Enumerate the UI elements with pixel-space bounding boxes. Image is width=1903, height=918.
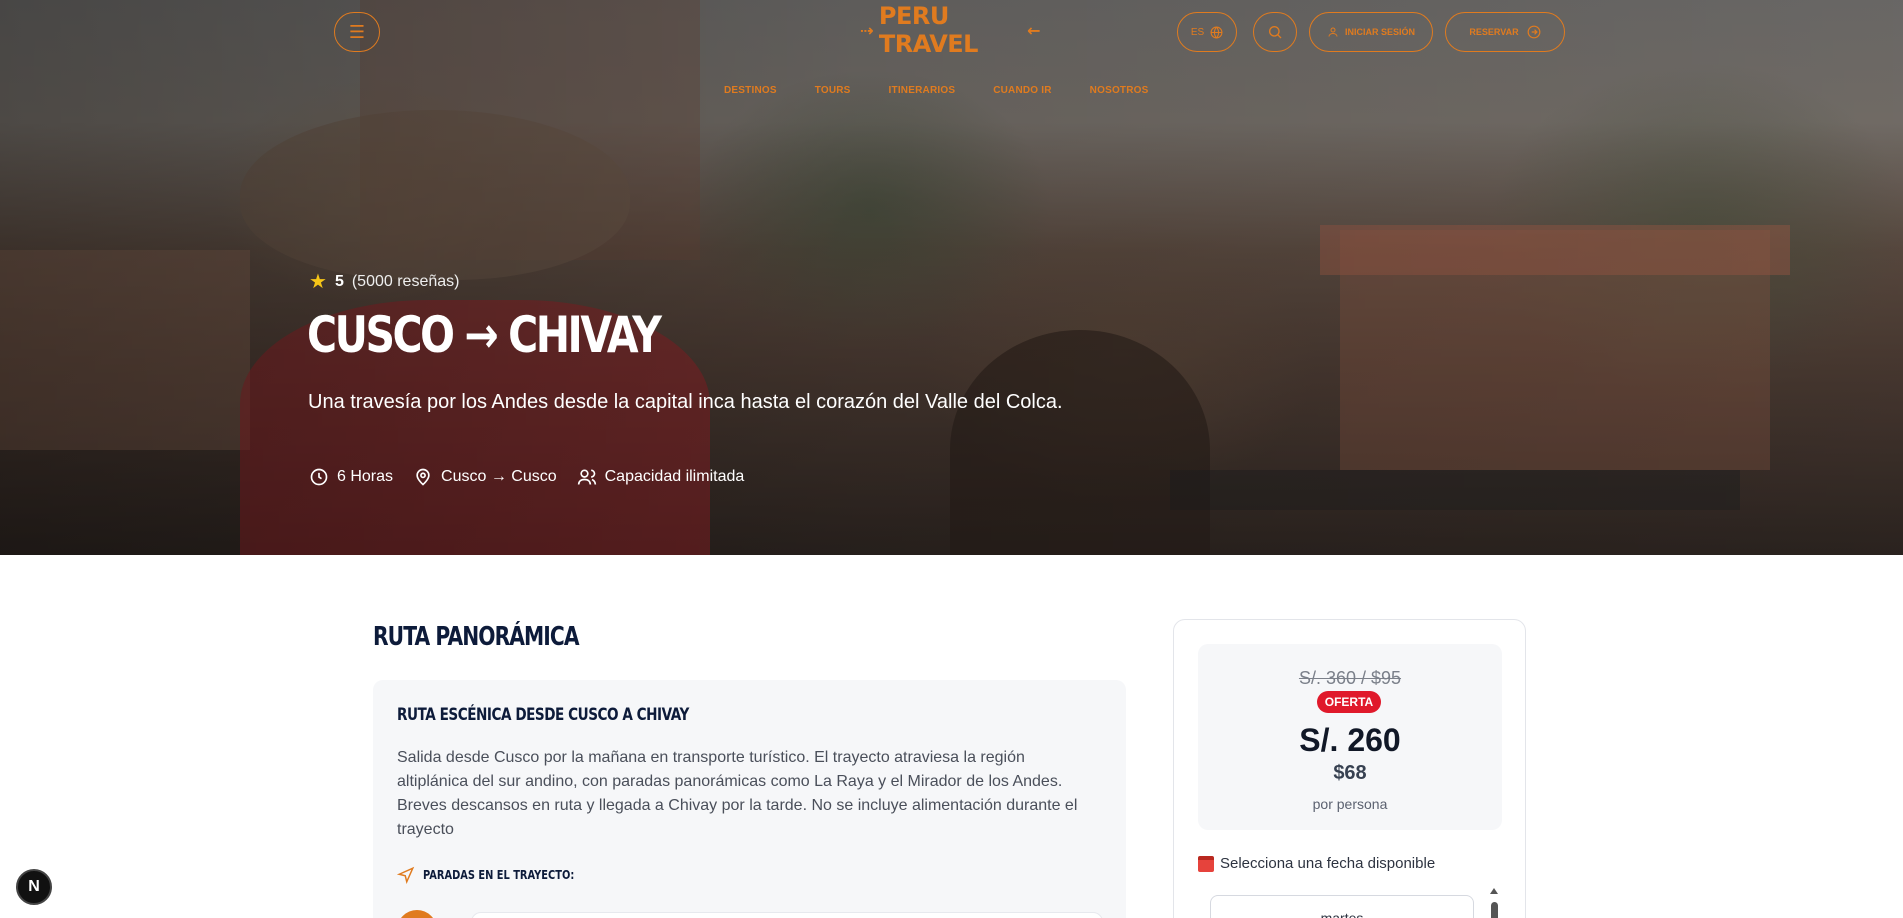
rating-value: 5 bbox=[334, 273, 344, 290]
search-icon bbox=[1269, 26, 1282, 39]
navigation-icon bbox=[397, 866, 415, 884]
price-box: S/. 360 / $95 OFERTA S/. 260 $68 por per… bbox=[1198, 644, 1502, 830]
reserve-button[interactable]: Reservar bbox=[1445, 12, 1565, 52]
hamburger-icon: ☰ bbox=[348, 21, 366, 42]
tour-meta: 6 Horas Cusco → Cusco Capacidad ilimitad… bbox=[309, 467, 744, 487]
capacity: Capacidad ilimitada bbox=[577, 467, 745, 487]
stops-header: PARADAS EN EL TRAYECTO: bbox=[397, 866, 607, 884]
clock-icon bbox=[310, 468, 328, 486]
route: Cusco → Cusco bbox=[413, 467, 557, 487]
star-icon: ★ bbox=[309, 271, 327, 293]
map-pin-icon bbox=[416, 468, 430, 486]
login-button[interactable]: Iniciar sesión bbox=[1309, 12, 1433, 52]
logo-arrow-icon: ← bbox=[1027, 20, 1040, 40]
users-icon bbox=[577, 469, 596, 485]
scroll-thumb[interactable] bbox=[1490, 902, 1498, 918]
nav-item-nosotros[interactable]: Nosotros bbox=[1090, 85, 1149, 103]
offer-badge: OFERTA bbox=[1317, 691, 1381, 713]
capacity-text: Capacidad ilimitada bbox=[604, 468, 745, 485]
duration-text: 6 Horas bbox=[337, 468, 394, 485]
card-description: Salida desde Cusco por la mañana en tran… bbox=[397, 749, 1078, 838]
date-label-text: Selecciona una fecha disponible bbox=[1220, 855, 1436, 872]
price-usd: $68 bbox=[1333, 762, 1367, 784]
price: S/. 260 bbox=[1299, 722, 1401, 758]
stop-marker bbox=[397, 910, 437, 918]
nav-item-destinos[interactable]: Destinos bbox=[724, 85, 777, 103]
stop-item bbox=[471, 912, 1103, 918]
language-selector[interactable]: ES bbox=[1177, 12, 1237, 52]
booking-panel: S/. 360 / $95 OFERTA S/. 260 $68 por per… bbox=[1173, 619, 1526, 918]
scroll-up-icon[interactable] bbox=[1490, 888, 1498, 894]
hero-banner: ☰ ⇢ PERU TRAVEL ← ES Iniciar sesión Rese… bbox=[0, 0, 1903, 555]
page: ☰ ⇢ PERU TRAVEL ← ES Iniciar sesión Rese… bbox=[0, 0, 1903, 918]
calendar-icon bbox=[1198, 855, 1214, 872]
globe-icon bbox=[1210, 26, 1223, 38]
section-title: RUTA PANORÁMICA bbox=[373, 622, 580, 652]
logo-text: PERU TRAVEL bbox=[878, 2, 979, 58]
per-person: por persona bbox=[1312, 796, 1388, 812]
date-scrollbar[interactable] bbox=[1489, 888, 1499, 918]
nav-item-tours[interactable]: Tours bbox=[815, 85, 851, 103]
route-text: Cusco → Cusco bbox=[441, 468, 557, 485]
rating: ★ 5 (5000 reseñas) bbox=[309, 272, 459, 292]
arrow-circle-icon bbox=[1527, 25, 1541, 39]
nav-item-cuando-ir[interactable]: Cuando ir bbox=[993, 85, 1051, 103]
login-label: Iniciar sesión bbox=[1344, 27, 1415, 37]
review-count: (5000 reseñas) bbox=[351, 273, 460, 290]
card-title: RUTA ESCÉNICA DESDE CUSCO A CHIVAY bbox=[397, 705, 689, 725]
date-label: Selecciona una fecha disponible bbox=[1198, 855, 1435, 872]
date-option[interactable]: martes bbox=[1210, 895, 1474, 918]
main-nav: Destinos Tours Itinerarios Cuando ir Nos… bbox=[724, 85, 1149, 103]
route-card: RUTA ESCÉNICA DESDE CUSCO A CHIVAY Salid… bbox=[373, 680, 1126, 918]
menu-button[interactable]: ☰ bbox=[334, 12, 380, 52]
hero-subtitle: Una travesía por los Andes desde la capi… bbox=[308, 391, 1063, 413]
old-price: S/. 360 / $95 bbox=[1298, 668, 1402, 688]
stops-label: PARADAS EN EL TRAYECTO: bbox=[423, 868, 575, 882]
duration: 6 Horas bbox=[309, 467, 393, 487]
nav-item-itinerarios[interactable]: Itinerarios bbox=[889, 85, 956, 103]
logo[interactable]: ⇢ PERU TRAVEL ← bbox=[860, 2, 1040, 58]
dev-tools-badge[interactable]: N bbox=[16, 869, 52, 905]
search-button[interactable] bbox=[1253, 12, 1297, 52]
page-title: CUSCO → CHIVAY bbox=[307, 306, 662, 364]
logo-dash-icon: ⇢ bbox=[860, 20, 873, 40]
user-icon bbox=[1328, 27, 1338, 37]
hero-overlay bbox=[0, 0, 1903, 555]
language-label: ES bbox=[1190, 26, 1205, 38]
reserve-label: Reservar bbox=[1469, 27, 1519, 37]
